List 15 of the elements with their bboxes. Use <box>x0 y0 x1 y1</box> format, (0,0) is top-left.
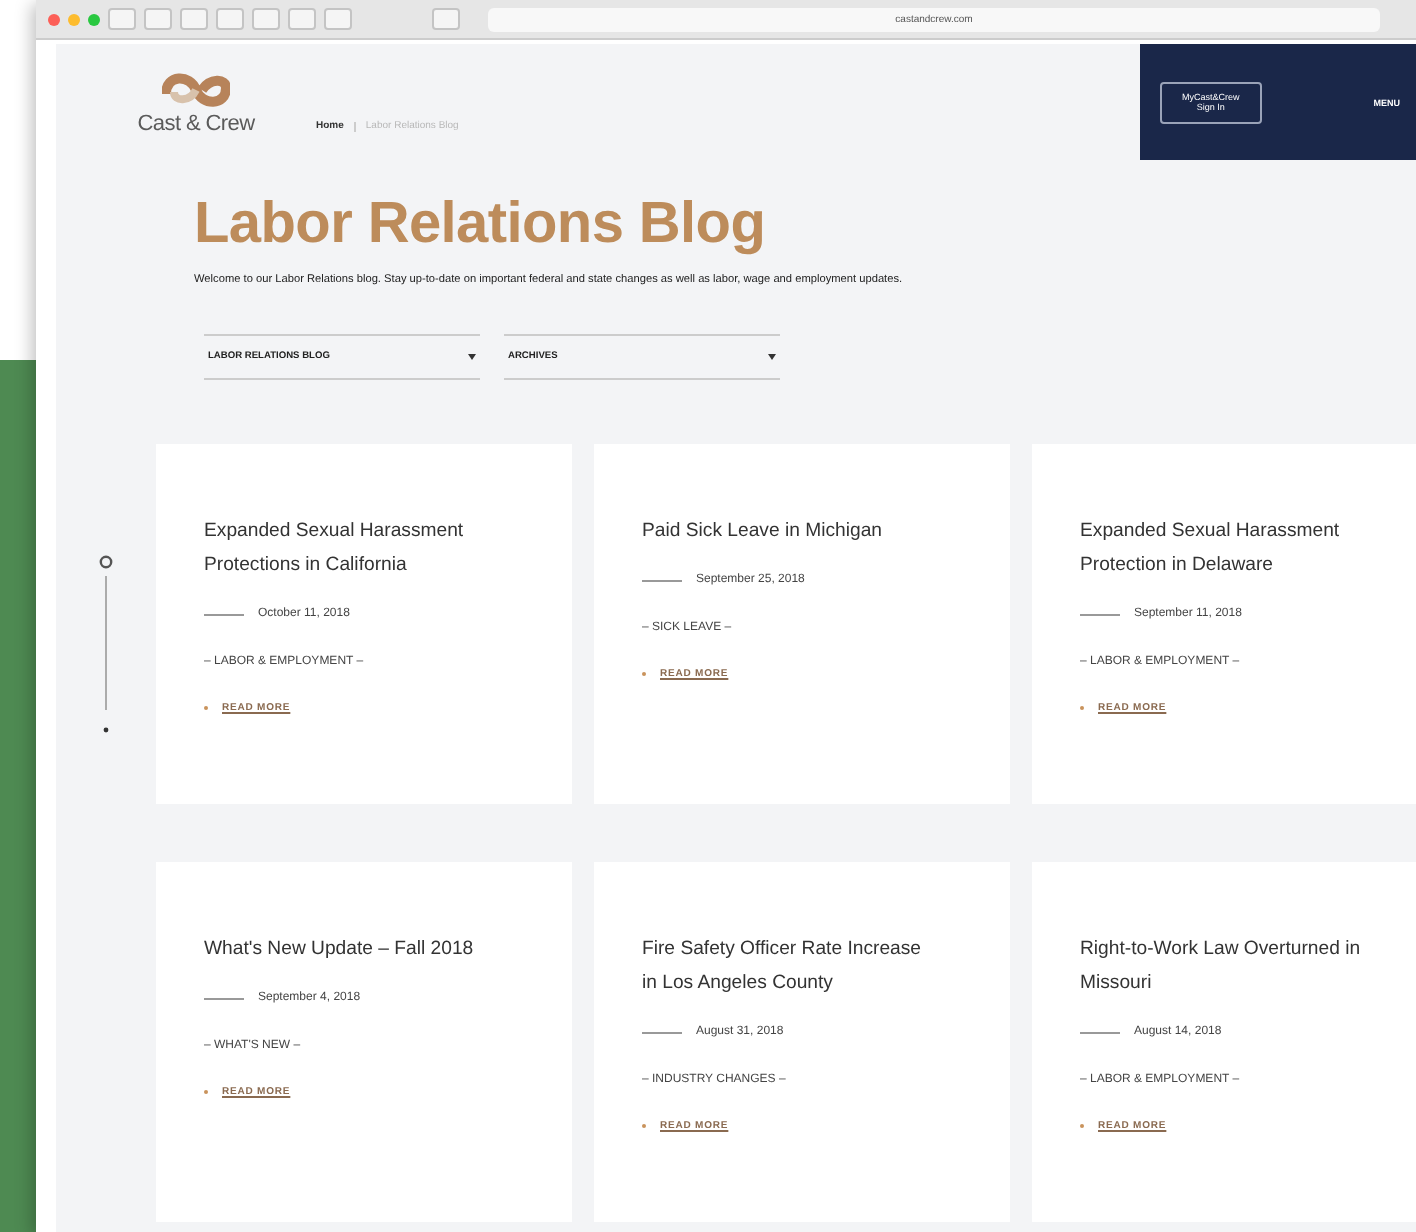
logo-icon <box>162 69 230 109</box>
page-title: Labor Relations Blog <box>194 192 768 258</box>
post-title[interactable]: Expanded Sexual Harassment Protection in Delaware <box>1080 514 1376 582</box>
maximize-icon[interactable] <box>88 13 100 25</box>
minimize-icon[interactable] <box>68 13 80 25</box>
post-title[interactable]: Expanded Sexual Harassment Protections in California <box>204 514 500 582</box>
caret-icon <box>768 354 776 360</box>
post-title[interactable]: What's New Update – Fall 2018 <box>204 932 500 966</box>
post-title[interactable]: Fire Safety Officer Rate Increase in Los Angeles County <box>642 932 938 1000</box>
post-title[interactable]: Paid Sick Leave in Michigan <box>642 514 938 548</box>
pager-drawing[interactable] <box>98 554 114 738</box>
post-title[interactable]: Right-to-Work Law Overturned in Missouri <box>1080 932 1376 1000</box>
close-icon[interactable] <box>48 13 60 25</box>
caret-icon <box>468 354 476 360</box>
logo-text: Cast & Crew <box>137 111 255 135</box>
